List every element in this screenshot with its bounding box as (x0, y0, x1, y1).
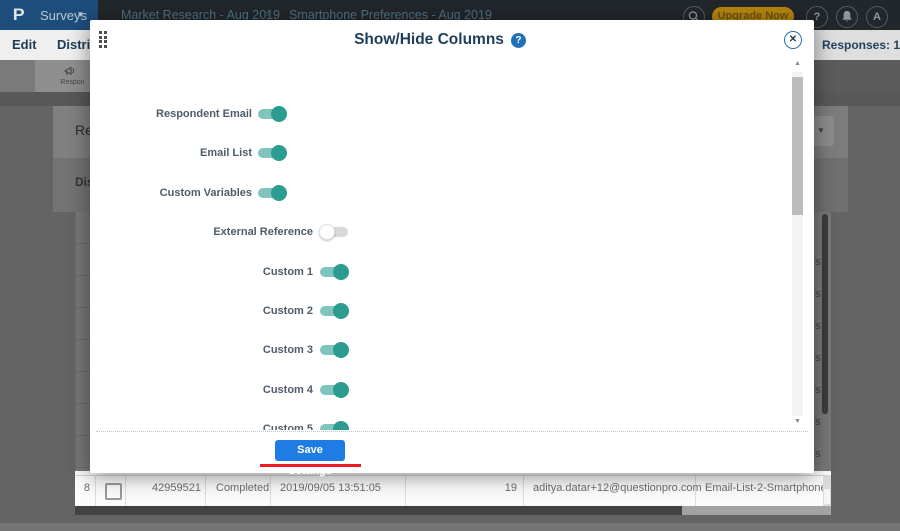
questionpro-logo[interactable]: P (13, 5, 25, 25)
toggle-row: External Reference (90, 222, 788, 242)
email-list-cell: Email-List-2-Smartphone-A (705, 482, 823, 494)
horizontal-scrollbar-thumb[interactable] (75, 506, 682, 515)
toggle-label: Custom 4 (262, 384, 313, 396)
row-border (75, 475, 831, 476)
toggle-row: Email List (90, 143, 788, 163)
dimmed-row-text-fragment: s (815, 256, 821, 268)
dimmed-row-text-fragment: s (815, 384, 821, 396)
show-hide-columns-modal: Show/Hide Columns ? ✕ Respondent Email Em… (90, 20, 814, 477)
row-scrollbar-nub[interactable] (824, 489, 830, 504)
toggle-switch-custom-4[interactable] (320, 382, 349, 398)
dimmed-toolbar-right (814, 60, 900, 92)
dimmed-row-text-fragment: s (815, 352, 821, 364)
time-taken-cell: 19 (504, 482, 517, 494)
save-settings-button[interactable]: Save Settings (275, 440, 345, 477)
toggle-row: Custom 2 (90, 301, 788, 321)
modal-scrollbar[interactable]: ▲ ▼ (792, 60, 803, 428)
column-toggle-list: Respondent Email Email List Custom Variabl… (90, 58, 788, 430)
dimmed-vertical-scrollbar (822, 214, 828, 414)
scroll-up-arrow-icon[interactable]: ▲ (792, 60, 803, 67)
responses-count-badge: Responses: 12 (822, 38, 900, 52)
dimmed-toolbar-left (0, 60, 35, 92)
toggle-switch-custom-3[interactable] (320, 342, 349, 358)
response-id-cell: 42959521 (152, 482, 201, 494)
row-number-cell: 8 (83, 482, 90, 494)
dimmed-table-left-edge (75, 212, 91, 477)
annotation-underline (260, 464, 361, 467)
dimmed-row-text-fragment: s (815, 416, 821, 428)
dimmed-bottom-strip (0, 523, 900, 531)
close-icon[interactable]: ✕ (784, 31, 802, 49)
toggle-row: Custom 3 (90, 340, 788, 360)
horizontal-scrollbar[interactable] (75, 506, 831, 515)
dimmed-row-text-fragment: s (815, 288, 821, 300)
toggle-switch-external-reference[interactable] (319, 224, 348, 240)
toggle-label: Custom Variables (159, 187, 252, 199)
dropdown-caret-icon: ▼ (817, 126, 825, 135)
dimmed-row-text-fragment: s (815, 320, 821, 332)
toggle-label: External Reference (213, 226, 313, 238)
modal-scrollbar-thumb[interactable] (792, 77, 803, 215)
toggle-label: Custom 1 (262, 266, 313, 278)
table-row: 8 42959521 Completed 2019/09/05 13:51:05… (75, 471, 831, 506)
email-cell: aditya.datar+12@questionpro.com (533, 482, 702, 494)
toggle-label: Respondent Email (156, 108, 252, 120)
scroll-down-arrow-icon[interactable]: ▼ (792, 418, 803, 425)
dimmed-row-text-fragment: s (815, 448, 821, 460)
row-checkbox[interactable] (105, 483, 122, 500)
timestamp-cell: 2019/09/05 13:51:05 (280, 482, 381, 494)
toggle-row: Custom 4 (90, 380, 788, 400)
modal-help-icon[interactable]: ? (510, 32, 526, 48)
toggle-switch-email-list[interactable] (258, 145, 287, 161)
toggle-switch-custom-2[interactable] (320, 303, 349, 319)
chevron-down-icon: ▾ (78, 9, 83, 19)
toggle-switch-custom-variables[interactable] (258, 185, 287, 201)
footer-divider (96, 431, 808, 432)
toggle-label: Custom 3 (262, 344, 313, 356)
toggle-switch-respondent-email[interactable] (258, 106, 287, 122)
toggle-row: Respondent Email (90, 104, 788, 124)
toggle-label: Email List (200, 147, 252, 159)
tab-edit[interactable]: Edit (12, 37, 37, 52)
status-cell: Completed (216, 482, 270, 494)
toolbar-item-label: Respon (60, 79, 85, 86)
toggle-row: Custom 1 (90, 262, 788, 282)
modal-scrollbar-track[interactable] (792, 72, 803, 416)
toggle-row: Custom 5 (90, 419, 788, 430)
notifications-bell-icon[interactable] (836, 6, 858, 28)
dimmed-gap-left (0, 92, 90, 106)
dimmed-right-panel-bottom (814, 158, 848, 212)
screen: P Surveys ▾ Market Research - Aug 2019 >… (0, 0, 900, 531)
toggle-label: Custom 2 (262, 305, 313, 317)
toggle-switch-custom-5[interactable] (320, 421, 349, 430)
dimmed-gap-right (814, 92, 900, 106)
user-avatar[interactable]: A (866, 6, 888, 28)
modal-title: Show/Hide Columns (354, 31, 504, 48)
modal-header: Show/Hide Columns ? (78, 28, 802, 52)
toggle-row: Custom Variables (90, 183, 788, 203)
toggle-switch-custom-1[interactable] (320, 264, 349, 280)
toggle-label: Custom 5 (262, 423, 313, 430)
